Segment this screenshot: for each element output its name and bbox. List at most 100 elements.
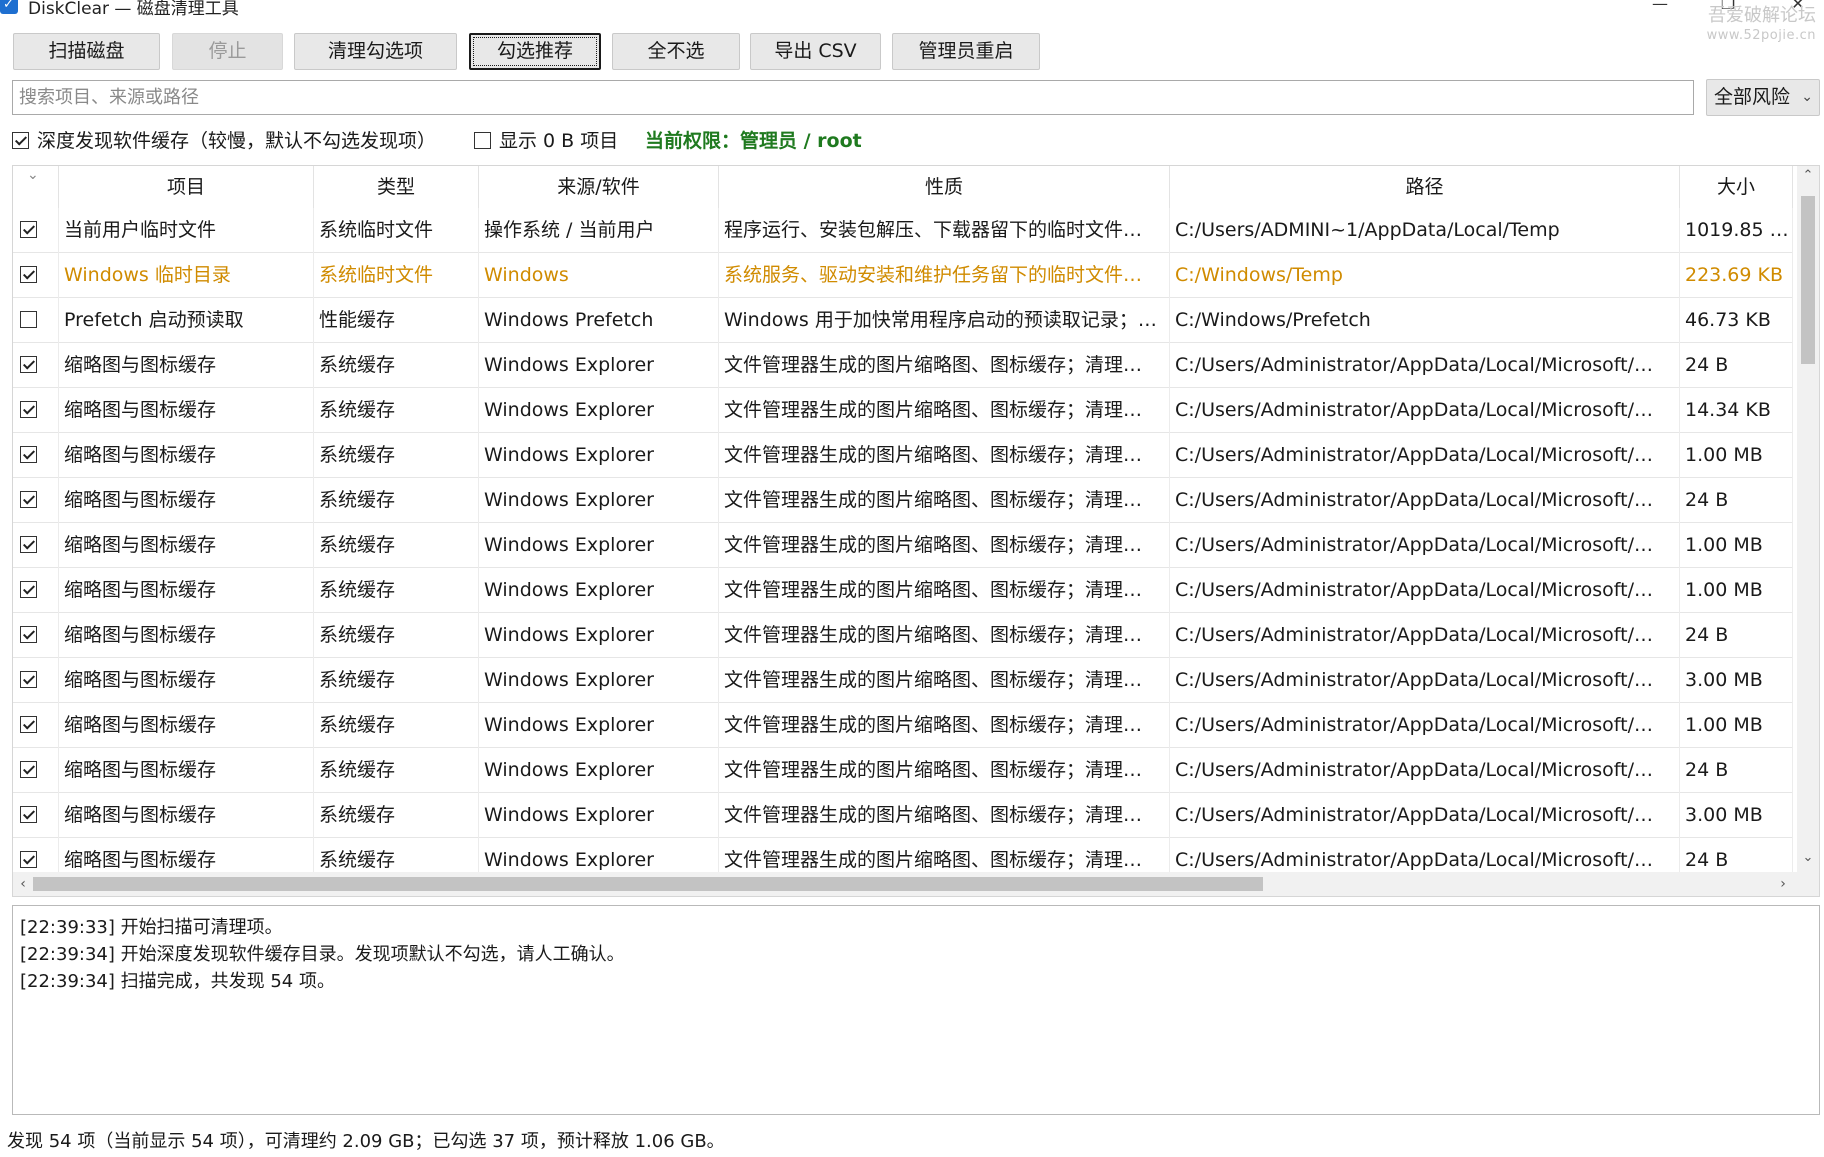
row-checkbox[interactable] — [20, 716, 37, 733]
row-checkbox-cell[interactable] — [13, 433, 59, 478]
scan-disk-button[interactable]: 扫描磁盘 — [13, 33, 160, 70]
table-row[interactable]: 缩略图与图标缓存 系统缓存 Windows Explorer 文件管理器生成的图片缩略… — [13, 658, 1793, 703]
show-zero-option[interactable]: 显示 0 B 项目 — [474, 128, 618, 154]
table-row[interactable]: 缩略图与图标缓存 系统缓存 Windows Explorer 文件管理器生成的图片缩略… — [13, 478, 1793, 523]
column-header-nature[interactable]: 性质 — [719, 166, 1170, 208]
watermark: 吾爱破解论坛 www.52pojie.cn — [1707, 6, 1816, 46]
admin-restart-button[interactable]: 管理员重启 — [892, 33, 1040, 70]
horizontal-scroll-thumb[interactable] — [33, 877, 1263, 891]
row-checkbox-cell[interactable] — [13, 523, 59, 568]
row-checkbox-cell[interactable] — [13, 658, 59, 703]
row-checkbox[interactable] — [20, 311, 37, 328]
cell-source: Windows Explorer — [479, 793, 719, 838]
cell-nature: 文件管理器生成的图片缩略图、图标缓存；清理… — [719, 433, 1170, 478]
table-row[interactable]: 缩略图与图标缓存 系统缓存 Windows Explorer 文件管理器生成的图片缩略… — [13, 793, 1793, 838]
cell-path: C:/Users/Administrator/AppData/Local/Mic… — [1170, 568, 1680, 613]
permission-value: 管理员 / root — [740, 130, 862, 152]
table-row[interactable]: Prefetch 启动预读取 性能缓存 Windows Prefetch Window… — [13, 298, 1793, 343]
row-checkbox[interactable] — [20, 761, 37, 778]
row-checkbox[interactable] — [20, 536, 37, 553]
cell-source: Windows Explorer — [479, 613, 719, 658]
select-recommended-button[interactable]: 勾选推荐 — [469, 33, 601, 70]
table-row[interactable]: 缩略图与图标缓存 系统缓存 Windows Explorer 文件管理器生成的图片缩略… — [13, 568, 1793, 613]
row-checkbox[interactable] — [20, 581, 37, 598]
column-header-source[interactable]: 来源/软件 — [479, 166, 719, 208]
cell-size: 46.73 KB — [1680, 298, 1793, 343]
column-header-path[interactable]: 路径 — [1170, 166, 1680, 208]
cell-source: Windows Explorer — [479, 388, 719, 433]
row-checkbox-cell[interactable] — [13, 343, 59, 388]
deep-discovery-option[interactable]: 深度发现软件缓存（较慢，默认不勾选发现项） — [12, 128, 436, 154]
cell-item: Windows 临时目录 — [59, 253, 314, 298]
scroll-down-icon[interactable]: ⌄ — [1797, 850, 1819, 870]
row-checkbox-cell[interactable] — [13, 568, 59, 613]
row-checkbox-cell[interactable] — [13, 793, 59, 838]
stop-button[interactable]: 停止 — [172, 33, 283, 70]
vertical-scrollbar[interactable]: ⌃ ⌄ — [1797, 166, 1819, 872]
table-row[interactable]: 缩略图与图标缓存 系统缓存 Windows Explorer 文件管理器生成的图片缩略… — [13, 703, 1793, 748]
row-checkbox[interactable] — [20, 806, 37, 823]
cell-item: 当前用户临时文件 — [59, 208, 314, 253]
select-none-button[interactable]: 全不选 — [612, 33, 740, 70]
cell-path: C:/Users/Administrator/AppData/Local/Mic… — [1170, 478, 1680, 523]
cell-type: 系统缓存 — [314, 433, 479, 478]
chevron-down-icon: ⌄ — [1801, 89, 1813, 105]
scroll-right-icon[interactable]: › — [1773, 872, 1793, 896]
scroll-left-icon[interactable]: ‹ — [13, 872, 33, 896]
cell-type: 系统缓存 — [314, 658, 479, 703]
row-checkbox-cell[interactable] — [13, 388, 59, 433]
column-header-size[interactable]: 大小 — [1680, 166, 1793, 208]
risk-filter-select[interactable]: 全部风险 ⌄ — [1706, 79, 1820, 116]
minimize-button[interactable]: — — [1640, 0, 1680, 14]
items-table: ⌄ 项目 类型 来源/软件 性质 路径 大小 当前用户临时文件 系统临时文件 操作系… — [12, 165, 1820, 897]
row-checkbox[interactable] — [20, 851, 37, 868]
column-header-item[interactable]: 项目 — [59, 166, 314, 208]
cell-path: C:/Windows/Prefetch — [1170, 298, 1680, 343]
log-panel[interactable]: [22:39:33] 开始扫描可清理项。 [22:39:34] 开始深度发现软件… — [12, 905, 1820, 1115]
show-zero-checkbox[interactable] — [474, 132, 491, 149]
row-checkbox[interactable] — [20, 491, 37, 508]
table-row[interactable]: 缩略图与图标缓存 系统缓存 Windows Explorer 文件管理器生成的图片缩略… — [13, 613, 1793, 658]
clean-checked-button[interactable]: 清理勾选项 — [294, 33, 457, 70]
row-checkbox-cell[interactable] — [13, 748, 59, 793]
scroll-up-icon[interactable]: ⌃ — [1797, 168, 1819, 188]
table-row[interactable]: 缩略图与图标缓存 系统缓存 Windows Explorer 文件管理器生成的图片缩略… — [13, 748, 1793, 793]
cell-item: 缩略图与图标缓存 — [59, 478, 314, 523]
column-header-type[interactable]: 类型 — [314, 166, 479, 208]
row-checkbox-cell[interactable] — [13, 478, 59, 523]
cell-size: 3.00 MB — [1680, 658, 1793, 703]
row-checkbox[interactable] — [20, 356, 37, 373]
export-csv-button[interactable]: 导出 CSV — [750, 33, 881, 70]
row-checkbox[interactable] — [20, 446, 37, 463]
cell-path: C:/Users/Administrator/AppData/Local/Mic… — [1170, 658, 1680, 703]
table-row[interactable]: 缩略图与图标缓存 系统缓存 Windows Explorer 文件管理器生成的图片缩略… — [13, 343, 1793, 388]
cell-size: 14.34 KB — [1680, 388, 1793, 433]
row-checkbox[interactable] — [20, 671, 37, 688]
table-row[interactable]: 缩略图与图标缓存 系统缓存 Windows Explorer 文件管理器生成的图片缩略… — [13, 388, 1793, 433]
row-checkbox[interactable] — [20, 401, 37, 418]
cell-item: 缩略图与图标缓存 — [59, 568, 314, 613]
row-checkbox[interactable] — [20, 266, 37, 283]
row-checkbox-cell[interactable] — [13, 253, 59, 298]
cell-type: 系统临时文件 — [314, 208, 479, 253]
row-checkbox-cell[interactable] — [13, 613, 59, 658]
row-checkbox[interactable] — [20, 221, 37, 238]
cell-path: C:/Windows/Temp — [1170, 253, 1680, 298]
horizontal-scrollbar[interactable]: ‹ › — [13, 872, 1819, 896]
cell-type: 系统缓存 — [314, 568, 479, 613]
cell-path: C:/Users/Administrator/AppData/Local/Mic… — [1170, 748, 1680, 793]
table-row[interactable]: 缩略图与图标缓存 系统缓存 Windows Explorer 文件管理器生成的图片缩略… — [13, 523, 1793, 568]
table-row[interactable]: 缩略图与图标缓存 系统缓存 Windows Explorer 文件管理器生成的图片缩略… — [13, 433, 1793, 478]
cell-nature: 文件管理器生成的图片缩略图、图标缓存；清理… — [719, 388, 1170, 433]
search-input[interactable] — [12, 80, 1694, 115]
cell-item: 缩略图与图标缓存 — [59, 793, 314, 838]
table-row[interactable]: Windows 临时目录 系统临时文件 Windows 系统服务、驱动安装和维护任务留… — [13, 253, 1793, 298]
row-checkbox-cell[interactable] — [13, 298, 59, 343]
vertical-scroll-thumb[interactable] — [1801, 196, 1815, 364]
deep-discovery-checkbox[interactable] — [12, 132, 29, 149]
row-checkbox-cell[interactable] — [13, 703, 59, 748]
row-checkbox[interactable] — [20, 626, 37, 643]
select-all-header[interactable]: ⌄ — [13, 166, 59, 208]
table-row[interactable]: 当前用户临时文件 系统临时文件 操作系统 / 当前用户 程序运行、安装包解压、下载器留… — [13, 208, 1793, 253]
row-checkbox-cell[interactable] — [13, 208, 59, 253]
